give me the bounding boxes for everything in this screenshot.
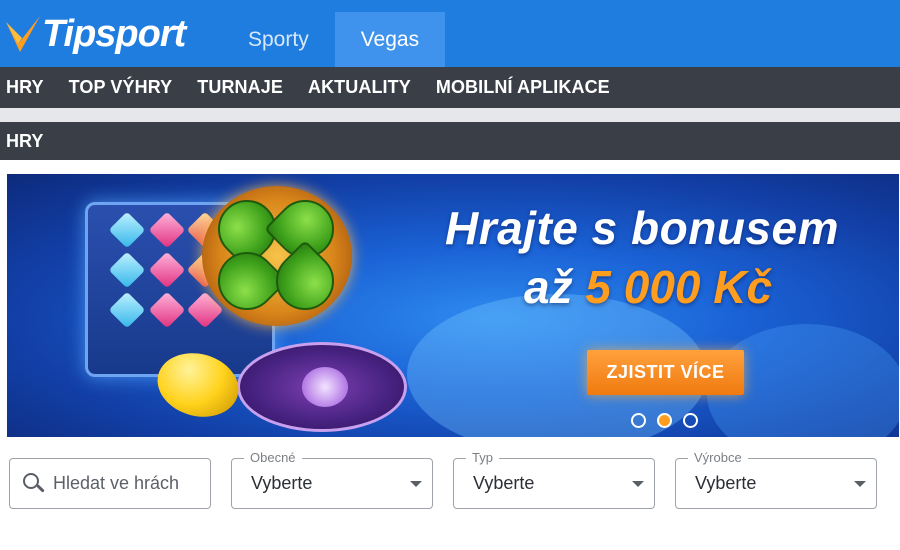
filter-provider-label: Výrobce: [688, 450, 748, 465]
chevron-down-icon: [410, 481, 422, 487]
promo-amount-line: až 5 000 Kč: [524, 260, 772, 314]
promo-amount: 5 000 Kč: [585, 261, 773, 313]
top-nav: Sporty Vegas: [222, 12, 446, 67]
promo-amount-prefix: až: [524, 261, 586, 313]
topnav-sporty[interactable]: Sporty: [222, 12, 335, 67]
filter-provider-value: Vyberte: [695, 473, 757, 493]
carousel-dot-1[interactable]: [631, 413, 646, 428]
carousel-dot-2[interactable]: [657, 413, 672, 428]
subnav-mobilni-aplikace[interactable]: MOBILNÍ APLIKACE: [430, 77, 616, 98]
filter-provider-select[interactable]: Výrobce Vyberte: [675, 450, 877, 509]
roulette-illustration: [237, 342, 407, 432]
filter-general-select[interactable]: Obecné Vyberte: [231, 450, 433, 509]
chevron-down-icon: [632, 481, 644, 487]
filter-type-value: Vyberte: [473, 473, 535, 493]
promo-banner[interactable]: Hrajte s bonusem až 5 000 Kč ZJISTIT VÍC…: [7, 174, 899, 437]
search-icon: [23, 472, 45, 495]
logo-text: Tipsport: [42, 13, 186, 55]
tipsport-logo[interactable]: Tipsport: [4, 12, 186, 56]
carousel-dots: [631, 413, 698, 428]
subnav-aktuality[interactable]: AKTUALITY: [302, 77, 417, 98]
find-out-more-button[interactable]: ZJISTIT VÍCE: [587, 350, 744, 395]
subnav-top-vyhry[interactable]: TOP VÝHRY: [63, 77, 179, 98]
clover-icon: [202, 186, 352, 326]
chevron-down-icon: [854, 481, 866, 487]
filter-general-value: Vyberte: [251, 473, 313, 493]
carousel-dot-3[interactable]: [683, 413, 698, 428]
breadcrumb: HRY: [0, 122, 900, 160]
divider: [0, 108, 900, 122]
topnav-vegas[interactable]: Vegas: [334, 12, 446, 67]
filter-general-label: Obecné: [244, 450, 302, 465]
breadcrumb-current: HRY: [6, 130, 44, 151]
filter-type-select[interactable]: Typ Vyberte: [453, 450, 655, 509]
filter-type-label: Typ: [466, 450, 499, 465]
logo-check-icon: [4, 14, 42, 54]
subnav-turnaje[interactable]: TURNAJE: [191, 77, 289, 98]
top-header: Tipsport Sporty Vegas: [0, 0, 900, 67]
subnav-hry[interactable]: HRY: [0, 77, 50, 98]
promo-headline: Hrajte s bonusem: [445, 202, 839, 254]
search-input[interactable]: [53, 473, 203, 494]
secondary-nav: HRY TOP VÝHRY TURNAJE AKTUALITY MOBILNÍ …: [0, 67, 900, 108]
game-search[interactable]: [9, 458, 211, 509]
